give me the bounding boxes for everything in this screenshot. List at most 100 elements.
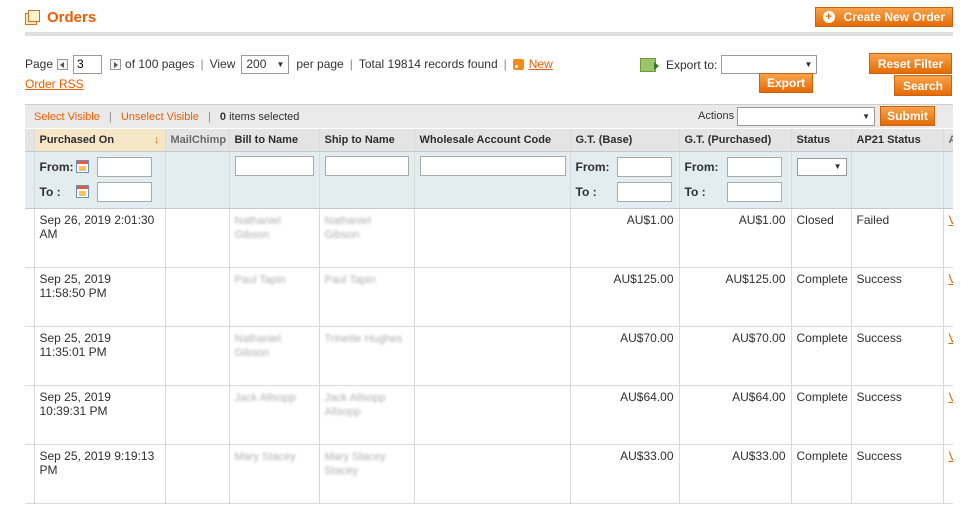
ap21-status-cell: Success [851,444,944,504]
orders-grid: Purchased On ↓ MailChimp Bill to Name Sh… [25,129,953,509]
from-label: From: [684,159,719,174]
table-row[interactable]: Sep 26, 2019 2:01:30 AM Nathaniel Gibson N… [25,208,954,268]
orders-icon [25,9,41,26]
table-row[interactable]: Sep 25, 2019 11:58:50 PM Paul Tapin Paul T… [25,267,954,327]
mailchimp-cell [165,326,230,386]
row-select-cell [25,208,35,268]
ship-to-name-cell: Paul Tapin [319,267,415,327]
purchased-on-cell: Sep 26, 2019 2:01:30 AM [34,208,166,268]
column-header-wholesale-account-code[interactable]: Wholesale Account Code [414,129,571,152]
ship-to-name-value: Paul Tapin [324,273,376,286]
chevron-down-icon: ▼ [833,162,842,171]
header-divider [25,32,953,36]
chevron-down-icon: ▼ [862,112,870,121]
to-label: To : [575,184,597,199]
actions-select[interactable]: ▼ [737,107,875,126]
purchased-from-input[interactable] [96,156,152,177]
ship-to-name-filter-input[interactable] [324,155,409,176]
bill-to-name-value: Jack Allsopp [234,391,296,404]
from-label: From: [575,159,610,174]
mailchimp-cell [165,208,230,268]
column-header-gt-purchased[interactable]: G.T. (Purchased) [679,129,792,152]
purchased-on-value: Sep 25, 2019 11:35:01 PM [39,330,111,359]
column-header-ship-to-name[interactable]: Ship to Name [319,129,415,152]
reset-filter-button[interactable]: Reset Filter [869,53,952,74]
gt-purchased-value: AU$125.00 [725,271,786,286]
purchased-to-input[interactable] [96,181,152,202]
rss-link-continued[interactable]: Order RSS [25,77,84,91]
view-order-link[interactable]: V [949,331,954,345]
items-selected-label: items selected [229,110,300,123]
page-header: Orders + Create New Order [25,7,953,33]
purchased-on-cell: Sep 25, 2019 11:35:01 PM [34,326,166,386]
purchased-on-cell: Sep 25, 2019 9:19:13 PM [34,444,166,504]
table-row[interactable]: Sep 25, 2019 9:19:13 PM Mary Stacey Mary S… [25,444,954,504]
calendar-icon[interactable] [75,185,89,198]
select-visible-link[interactable]: Select Visible [34,111,100,123]
pager: Page of 100 pages | View 200 ▼ per page … [25,54,553,91]
table-row[interactable]: Sep 25, 2019 11:35:01 PM Nathaniel Gibson… [25,326,954,386]
column-header-gt-base[interactable]: G.T. (Base) [570,129,680,152]
bill-to-name-cell: Paul Tapin [229,267,320,327]
column-header-bill-to-name[interactable]: Bill to Name [229,129,320,152]
view-order-link[interactable]: V [949,390,954,404]
view-order-link[interactable]: V [949,272,954,286]
bill-to-name-value: Nathaniel Gibson [234,332,281,359]
gt-base-to-input[interactable] [616,181,672,202]
submit-button[interactable]: Submit [880,106,935,126]
create-new-order-button[interactable]: + Create New Order [814,7,953,27]
export-button[interactable]: Export [759,73,813,93]
bill-to-name-filter-input[interactable] [234,155,314,176]
status-value: Closed [796,212,834,227]
ship-to-name-cell: Jack Allsopp Allsopp [319,385,415,445]
gt-purchased-cell: AU$33.00 [679,444,792,504]
gt-purchased-value: AU$1.00 [738,212,786,227]
page-number-input[interactable] [73,54,103,74]
ap21-status-value: Success [856,330,902,345]
column-header-mailchimp[interactable]: MailChimp [165,129,230,152]
status-cell: Closed [791,208,852,268]
separator: | [207,110,211,123]
gt-base-cell: AU$70.00 [570,326,680,386]
plus-icon: + [822,11,835,23]
calendar-icon[interactable] [75,160,89,173]
rss-icon [512,58,524,70]
view-order-link[interactable]: V [949,449,954,463]
mailchimp-cell [165,267,230,327]
status-cell: Complete [791,267,852,327]
gt-purchased-to-input[interactable] [726,181,782,202]
export-format-select[interactable]: ▼ [721,55,818,74]
per-page-select[interactable]: 200 ▼ [241,54,290,74]
gt-purchased-from-input[interactable] [726,156,782,177]
gt-base-from-input[interactable] [616,156,672,177]
rss-link[interactable]: New [529,57,553,71]
per-page-value: 200 [246,57,267,71]
chevron-down-icon: ▼ [804,60,813,69]
bill-to-name-value: Paul Tapin [234,273,286,286]
view-cell: V [943,208,954,268]
orders-table: Purchased On ↓ MailChimp Bill to Name Sh… [25,129,953,504]
filter-wholesale [414,151,571,209]
column-header-ap21-status[interactable]: AP21 Status [851,129,944,152]
wholesale-filter-input[interactable] [419,155,566,176]
status-filter-select[interactable]: ▼ [796,157,847,176]
table-row[interactable]: Sep 25, 2019 10:39:31 PM Jack Allsopp Jack… [25,385,954,445]
search-button[interactable]: Search [894,75,952,96]
per-page-label: per page [296,57,344,71]
filter-ship-to-name [319,151,415,209]
column-header-status[interactable]: Status [791,129,852,152]
view-cell: V [943,385,954,445]
unselect-visible-link[interactable]: Unselect Visible [121,111,199,123]
select-column-header[interactable] [25,129,35,152]
filter-mailchimp [165,151,230,209]
previous-page-icon[interactable] [57,58,69,70]
column-header-action[interactable]: A [943,129,953,152]
column-header-purchased-on[interactable]: Purchased On ↓ [34,129,166,152]
ship-to-name-cell: Trinette Hughes [319,326,415,386]
gt-base-value: AU$70.00 [620,330,674,345]
purchased-on-value: Sep 25, 2019 11:58:50 PM [39,271,111,300]
next-page-icon[interactable] [110,58,122,70]
gt-base-cell: AU$1.00 [570,208,680,268]
table-body: Sep 26, 2019 2:01:30 AM Nathaniel Gibson N… [25,208,954,504]
view-order-link[interactable]: V [949,213,954,227]
